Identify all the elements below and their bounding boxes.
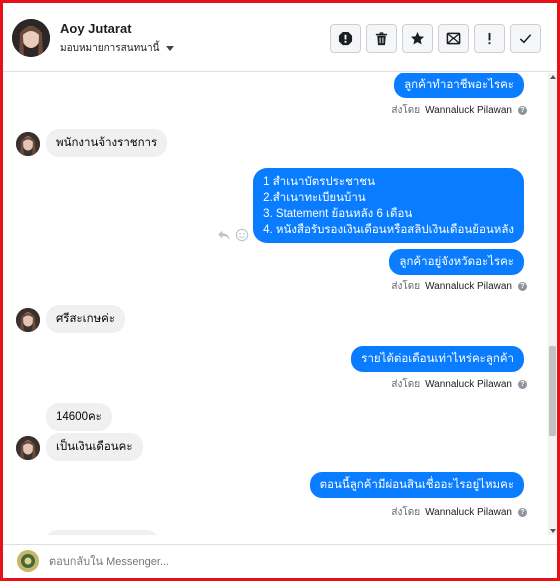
info-icon: ? bbox=[518, 282, 527, 291]
info-icon: ? bbox=[518, 380, 527, 389]
info-icon: ? bbox=[518, 106, 527, 115]
reply-input[interactable] bbox=[49, 554, 529, 570]
message-bubble-incoming[interactable]: พนักงานจ้างราชการ bbox=[46, 129, 168, 157]
reply-icon[interactable] bbox=[217, 228, 231, 242]
sent-by-label: ส่งโดย Wannaluck Pilawan? bbox=[391, 279, 527, 294]
assign-conversation-dropdown[interactable]: มอบหมายการสนทนานี้ bbox=[60, 41, 175, 56]
message-bubble-incoming[interactable]: 14600คะ bbox=[46, 403, 112, 431]
mark-unread-button[interactable] bbox=[438, 24, 469, 53]
scroll-down-arrow-icon[interactable] bbox=[550, 529, 556, 533]
page-avatar bbox=[17, 550, 39, 572]
delete-button[interactable] bbox=[366, 24, 397, 53]
emoji-reaction-icon[interactable] bbox=[235, 228, 249, 242]
contact-avatar-small[interactable] bbox=[16, 436, 40, 460]
spam-report-button[interactable] bbox=[330, 24, 361, 53]
mark-important-button[interactable] bbox=[474, 24, 505, 53]
conversation-header: Aoy Jutarat มอบหมายการสนทนานี้ bbox=[3, 3, 557, 72]
contact-name[interactable]: Aoy Jutarat bbox=[60, 21, 132, 36]
sent-by-label: ส่งโดย Wannaluck Pilawan? bbox=[391, 103, 527, 118]
message-bubble-incoming-partial bbox=[46, 530, 158, 535]
message-bubble-outgoing[interactable]: ลูกค้าอยู่จังหวัดอะไรคะ bbox=[389, 249, 524, 275]
star-icon bbox=[410, 31, 425, 45]
message-bubble-outgoing[interactable]: รายได้ต่อเดือนเท่าไหร่คะลูกค้า bbox=[351, 346, 524, 372]
sent-by-label: ส่งโดย Wannaluck Pilawan? bbox=[391, 377, 527, 392]
contact-avatar-small[interactable] bbox=[16, 132, 40, 156]
message-thread[interactable]: ลูกค้าทำอาชีพอะไรคะ ส่งโดย Wannaluck Pila… bbox=[3, 73, 548, 535]
trash-icon bbox=[375, 32, 388, 46]
chevron-down-icon bbox=[166, 46, 175, 51]
message-bubble-outgoing-multiline[interactable]: 1 สำเนาบัตรประชาชน 2.สำเนาทะเบียนบ้าน 3.… bbox=[253, 168, 524, 243]
scroll-up-arrow-icon[interactable] bbox=[550, 75, 556, 79]
conversation-toolbar bbox=[330, 24, 541, 53]
mark-done-button[interactable] bbox=[510, 24, 541, 53]
message-bubble-outgoing[interactable]: ตอนนี้ลูกค้ามีผ่อนสินเชื่ออะไรอยู่ไหมคะ bbox=[309, 472, 524, 498]
assign-label: มอบหมายการสนทนานี้ bbox=[60, 43, 160, 54]
message-bubble-incoming[interactable]: เป็นเงินเดือนคะ bbox=[46, 433, 143, 461]
contact-avatar[interactable] bbox=[12, 19, 50, 57]
sent-by-label: ส่งโดย Wannaluck Pilawan? bbox=[391, 505, 527, 520]
alert-icon bbox=[488, 32, 491, 45]
check-icon bbox=[519, 34, 532, 44]
message-bubble-outgoing[interactable]: ลูกค้าทำอาชีพอะไรคะ bbox=[394, 73, 524, 98]
contact-avatar-small[interactable] bbox=[16, 308, 40, 332]
mark-unread-icon bbox=[446, 32, 461, 45]
thread-scrollbar[interactable] bbox=[548, 73, 557, 535]
star-button[interactable] bbox=[402, 24, 433, 53]
scrollbar-thumb[interactable] bbox=[549, 346, 556, 436]
spam-report-icon bbox=[338, 31, 353, 46]
message-bubble-incoming[interactable]: ศรีสะเกษค่ะ bbox=[46, 305, 126, 333]
info-icon: ? bbox=[518, 508, 527, 517]
message-actions bbox=[217, 228, 249, 242]
reply-composer bbox=[3, 544, 557, 578]
